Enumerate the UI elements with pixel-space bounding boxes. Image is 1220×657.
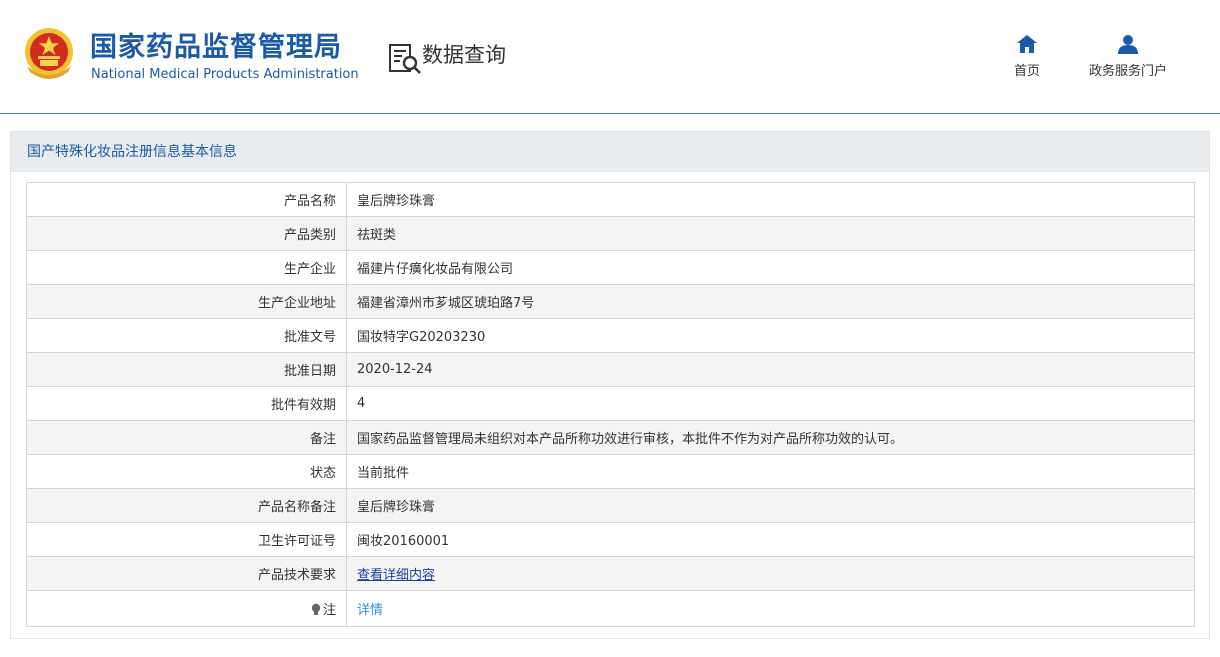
row-value-note: 详情 [346, 590, 1195, 627]
table-row: 批准文号 国妆特字G20203230 [26, 318, 1195, 353]
row-value-category: 祛斑类 [346, 216, 1195, 251]
lightbulb-icon [311, 603, 321, 615]
row-label-validity: 批件有效期 [26, 386, 347, 421]
data-query-icon [389, 44, 421, 74]
user-icon [1118, 35, 1138, 54]
table-row: 卫生许可证号 闽妆20160001 [26, 522, 1195, 557]
table-row: 产品技术要求 查看详细内容 [26, 556, 1195, 591]
nav-home-link[interactable]: 首页 [1004, 34, 1050, 81]
row-value-hygiene-license: 闽妆20160001 [346, 522, 1195, 557]
row-label-approval-date: 批准日期 [26, 352, 347, 387]
row-label-product-name-remark: 产品名称备注 [26, 488, 347, 523]
table-row: 批件有效期 4 [26, 386, 1195, 421]
home-icon [1017, 35, 1037, 53]
table-row: 注 详情 [26, 590, 1195, 627]
brand-name-en: National Medical Products Administration [91, 67, 359, 82]
view-details-link[interactable]: 查看详细内容 [357, 568, 435, 583]
table-row: 备注 国家药品监督管理局未组织对本产品所称功效进行审核，本批件不作为对产品所称功… [26, 420, 1195, 455]
row-value-manufacturer: 福建片仔癀化妆品有限公司 [346, 250, 1195, 285]
row-value-manufacturer-address: 福建省漳州市芗城区琥珀路7号 [346, 284, 1195, 319]
row-label-manufacturer-address: 生产企业地址 [26, 284, 347, 319]
table-row: 产品名称 皇后牌珍珠膏 [26, 182, 1195, 217]
row-label-tech-requirements: 产品技术要求 [26, 556, 347, 591]
table-row: 产品类别 祛斑类 [26, 216, 1195, 251]
row-value-approval-date: 2020-12-24 [346, 352, 1195, 387]
row-label-approval-number: 批准文号 [26, 318, 347, 353]
row-label-note: 注 [26, 590, 347, 627]
national-emblem-icon [25, 28, 73, 79]
header-divider [0, 113, 1220, 114]
data-query-title: 数据查询 [422, 43, 506, 67]
row-value-status: 当前批件 [346, 454, 1195, 489]
details-link[interactable]: 详情 [357, 603, 383, 618]
row-label-note-text: 注 [322, 603, 336, 618]
row-label-status: 状态 [26, 454, 347, 489]
table-row: 产品名称备注 皇后牌珍珠膏 [26, 488, 1195, 523]
table-row: 生产企业地址 福建省漳州市芗城区琥珀路7号 [26, 284, 1195, 319]
table-row: 生产企业 福建片仔癀化妆品有限公司 [26, 250, 1195, 285]
table-row: 状态 当前批件 [26, 454, 1195, 489]
site-header: 国家药品监督管理局 National Medical Products Admi… [0, 0, 1220, 114]
row-label-category: 产品类别 [26, 216, 347, 251]
panel-title: 国产特殊化妆品注册信息基本信息 [11, 132, 1209, 172]
row-value-product-name: 皇后牌珍珠膏 [357, 194, 436, 209]
row-value-product-name-remark: 皇后牌珍珠膏 [346, 488, 1195, 523]
row-value-approval-number: 国妆特字G20203230 [346, 318, 1195, 353]
info-table: 产品名称 皇后牌珍珠膏 产品类别 祛斑类 生产企业 福建片仔癀化妆品有限公司 生… [26, 182, 1195, 627]
nav-home-label: 首页 [1013, 64, 1040, 79]
row-label-remarks: 备注 [26, 420, 347, 455]
brand-name-cn: 国家药品监督管理局 [90, 32, 342, 63]
row-label-hygiene-license: 卫生许可证号 [26, 522, 347, 557]
row-label-manufacturer: 生产企业 [26, 250, 347, 285]
row-value-tech-requirements: 查看详细内容 [346, 556, 1195, 591]
info-panel: 国产特殊化妆品注册信息基本信息 产品名称 皇后牌珍珠膏 产品类别 祛斑类 生产企… [10, 131, 1210, 639]
row-value-remarks: 国家药品监督管理局未组织对本产品所称功效进行审核，本批件不作为对产品所称功效的认… [346, 420, 1195, 455]
nav-portal-link[interactable]: 政务服务门户 [1078, 34, 1178, 81]
row-value-validity: 4 [346, 386, 1195, 421]
table-row: 批准日期 2020-12-24 [26, 352, 1195, 387]
nav-portal-label: 政务服务门户 [1088, 64, 1167, 79]
row-label-product-name: 产品名称 [26, 182, 347, 217]
